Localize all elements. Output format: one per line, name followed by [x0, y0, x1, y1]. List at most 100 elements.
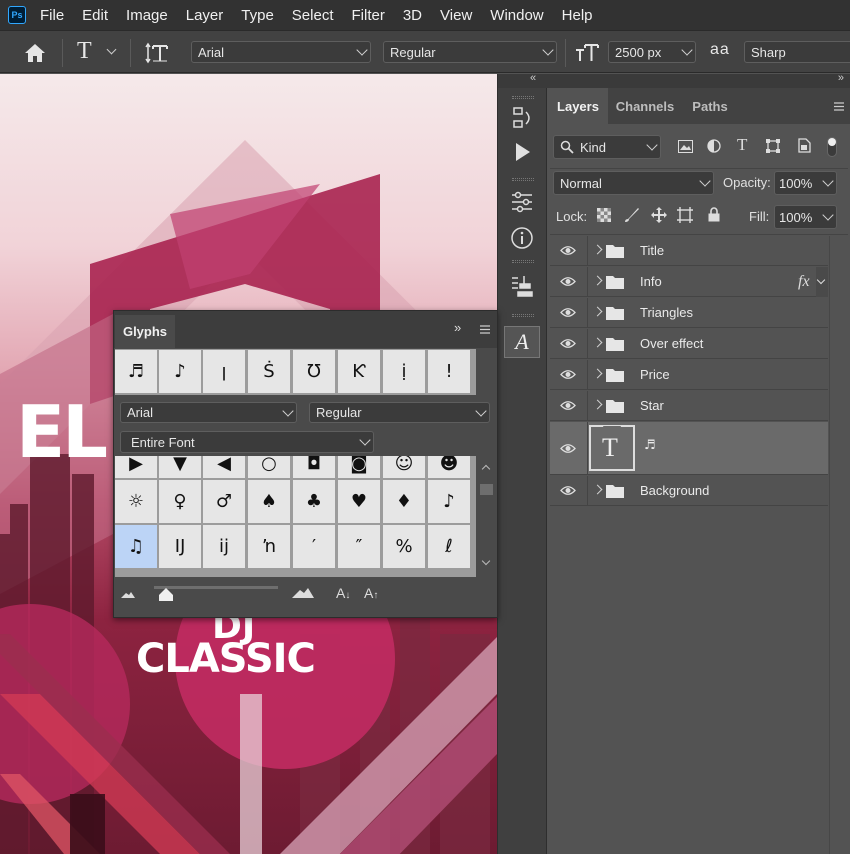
lock-position-icon[interactable] — [651, 207, 667, 223]
glyph-cell[interactable]: ŉ — [248, 525, 291, 569]
glyphs-panel-icon[interactable]: A — [504, 326, 540, 358]
glyph-cell[interactable]: ◀ — [203, 456, 246, 479]
lock-image-pixels-icon[interactable] — [624, 207, 640, 223]
blend-mode-select[interactable]: Normal — [553, 171, 714, 195]
layer-row-background[interactable]: Background — [550, 476, 828, 506]
recent-glyph[interactable]: ǃ — [428, 350, 471, 394]
glyphs-panel-header[interactable]: Glyphs » — [114, 311, 497, 348]
menu-type[interactable]: Type — [241, 7, 274, 24]
recent-glyph[interactable]: Ṡ — [248, 350, 291, 394]
history-icon[interactable] — [508, 104, 536, 132]
glyph-cell-selected[interactable]: ♫ — [115, 525, 158, 569]
antialias-select[interactable]: Sharp — [744, 41, 850, 63]
menu-file[interactable]: File — [40, 7, 64, 24]
filter-adjustment-icon[interactable] — [707, 139, 721, 153]
menu-3d[interactable]: 3D — [403, 7, 422, 24]
glyph-cell[interactable]: ☺ — [383, 456, 426, 479]
glyphs-font-style-select[interactable]: Regular — [309, 402, 490, 423]
visibility-eye-icon[interactable] — [560, 399, 576, 412]
glyph-cell[interactable]: ☻ — [428, 456, 471, 479]
fx-effects-icon[interactable]: fx — [798, 273, 810, 291]
tab-glyphs[interactable]: Glyphs — [115, 315, 175, 348]
glyph-cell[interactable]: ◙ — [338, 456, 381, 479]
recent-glyph[interactable]: ♬ — [115, 350, 158, 394]
collapse-panel-icon[interactable]: » — [454, 320, 461, 335]
filter-pixel-icon[interactable] — [678, 140, 693, 153]
expand-chevron-icon[interactable] — [592, 368, 603, 379]
glyph-cell[interactable]: ♦ — [383, 480, 426, 524]
dock-collapse-bar[interactable]: « — [498, 72, 548, 88]
visibility-eye-icon[interactable] — [560, 244, 576, 257]
fill-input[interactable]: 100% — [774, 205, 837, 229]
decrease-glyph-size-icon[interactable]: A↓ — [336, 585, 350, 601]
adjustments-icon[interactable] — [508, 188, 536, 216]
layer-row-text-selected[interactable]: T ♬ — [550, 422, 828, 475]
recent-glyph[interactable]: Ʊ — [293, 350, 336, 394]
collapse-right-icon[interactable]: » — [838, 72, 844, 84]
visibility-eye-icon[interactable] — [560, 368, 576, 381]
menu-select[interactable]: Select — [292, 7, 334, 24]
lock-artboard-icon[interactable] — [677, 207, 693, 223]
glyph-cell[interactable]: ′ — [293, 525, 336, 569]
text-layer-thumbnail[interactable]: T — [589, 425, 635, 471]
recent-glyph[interactable]: Ƙ — [338, 350, 381, 394]
expand-chevron-icon[interactable] — [592, 244, 603, 255]
panel-collapse-bar[interactable]: » — [548, 72, 850, 88]
recent-glyph[interactable]: ꞁ — [203, 350, 246, 394]
glyph-cell[interactable]: ◘ — [293, 456, 336, 479]
glyph-cell[interactable]: % — [383, 525, 426, 569]
recent-glyph[interactable]: ♪ — [159, 350, 202, 394]
filter-toggle-switch[interactable] — [827, 137, 837, 157]
collapse-left-icon[interactable]: « — [530, 72, 536, 84]
grip-handle[interactable] — [512, 260, 534, 263]
visibility-eye-icon[interactable] — [560, 275, 576, 288]
layer-row-price[interactable]: Price — [550, 360, 828, 390]
play-actions-icon[interactable] — [508, 138, 536, 166]
glyph-cell[interactable]: ℓ — [428, 525, 471, 569]
menu-help[interactable]: Help — [562, 7, 593, 24]
visibility-eye-icon[interactable] — [560, 442, 576, 455]
zoom-out-mountain-icon[interactable] — [121, 590, 135, 598]
layer-row-info[interactable]: Info fx — [550, 267, 828, 297]
layer-filter-select[interactable]: Kind — [553, 135, 661, 159]
panel-menu-icon[interactable] — [834, 102, 844, 111]
layer-row-over-effect[interactable]: Over effect — [550, 329, 828, 359]
expand-chevron-icon[interactable] — [592, 399, 603, 410]
glyph-cell[interactable]: ″ — [338, 525, 381, 569]
glyph-cell[interactable]: ♂ — [203, 480, 246, 524]
expand-chevron-icon[interactable] — [592, 275, 603, 286]
menu-window[interactable]: Window — [490, 7, 543, 24]
filter-shape-icon[interactable] — [766, 139, 780, 153]
visibility-eye-icon[interactable] — [560, 306, 576, 319]
filter-type-icon[interactable]: T — [737, 135, 747, 155]
recent-glyph[interactable]: ị — [383, 350, 426, 394]
scroll-thumb[interactable] — [480, 484, 493, 495]
fx-expand-button[interactable] — [816, 267, 828, 297]
scroll-up-icon[interactable] — [481, 464, 491, 474]
expand-chevron-icon[interactable] — [592, 337, 603, 348]
home-icon[interactable] — [24, 43, 46, 63]
glyph-cell[interactable]: ♣ — [293, 480, 336, 524]
font-family-select[interactable]: Arial — [191, 41, 371, 63]
glyph-cell[interactable]: ▼ — [159, 456, 202, 479]
font-size-input[interactable]: 2500 px — [608, 41, 696, 63]
type-tool-icon[interactable]: T — [77, 38, 92, 65]
glyph-cell[interactable]: ĳ — [203, 525, 246, 569]
panel-menu-icon[interactable] — [480, 325, 490, 334]
layer-row-star[interactable]: Star — [550, 391, 828, 421]
filter-smart-object-icon[interactable] — [798, 138, 811, 153]
expand-chevron-icon[interactable] — [592, 306, 603, 317]
increase-glyph-size-icon[interactable]: A↑ — [364, 585, 378, 601]
tool-preset-chevron-icon[interactable] — [106, 44, 117, 55]
glyph-size-slider-handle[interactable] — [159, 588, 173, 601]
grip-handle[interactable] — [512, 178, 534, 181]
tab-layers[interactable]: Layers — [548, 88, 608, 124]
glyph-cell[interactable]: ☼ — [115, 480, 158, 524]
font-style-select[interactable]: Regular — [383, 41, 557, 63]
menu-edit[interactable]: Edit — [82, 7, 108, 24]
opacity-input[interactable]: 100% — [774, 171, 837, 195]
grip-handle[interactable] — [512, 96, 534, 99]
expand-chevron-icon[interactable] — [592, 484, 603, 495]
tab-paths[interactable]: Paths — [682, 88, 738, 124]
glyph-cell[interactable]: ○ — [248, 456, 291, 479]
